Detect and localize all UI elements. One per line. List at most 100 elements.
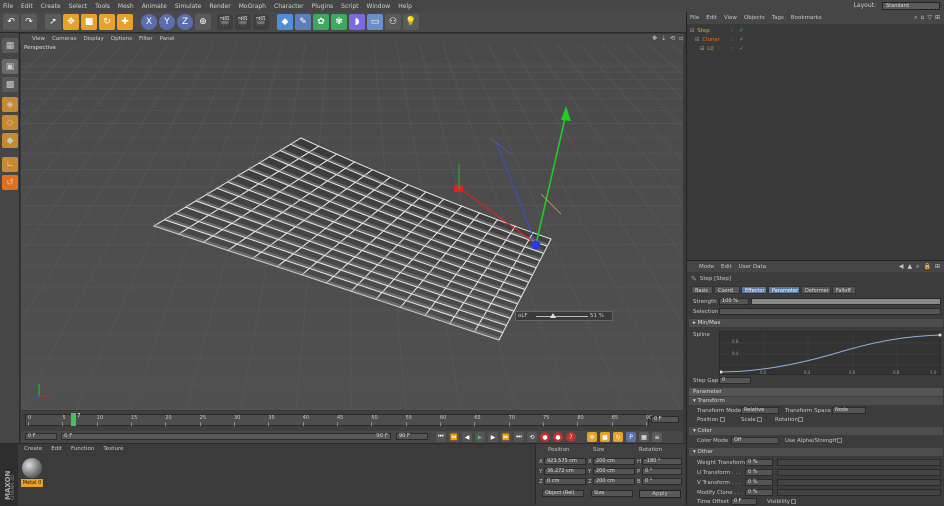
next-key-icon[interactable]: ⏩ [501, 432, 511, 442]
lod-handle[interactable] [550, 313, 556, 318]
menu-mograph[interactable]: MoGraph [239, 3, 266, 10]
material-menu-create[interactable]: Create [24, 446, 42, 452]
attribute-menu-edit[interactable]: Edit [721, 264, 732, 270]
enabled-check-icon[interactable]: ✓ [739, 45, 744, 52]
enabled-check-icon[interactable]: ✓ [739, 36, 744, 43]
array-icon[interactable]: ✾ [331, 14, 347, 30]
maximize-icon[interactable]: ▫ [679, 35, 683, 42]
search-icon[interactable]: ⌕ [916, 263, 919, 271]
end-frame-total-field[interactable]: 90 F [396, 433, 428, 440]
enabled-check-icon[interactable]: ✓ [739, 27, 744, 34]
polygons-mode-icon[interactable]: ◆ [2, 133, 18, 148]
time-offset-field[interactable]: 0 F [731, 498, 757, 505]
menu-script[interactable]: Script [341, 3, 358, 10]
floor-icon[interactable]: ▭ [367, 14, 383, 30]
last-tool-icon[interactable]: ✚ [117, 14, 133, 30]
subdivision-icon[interactable]: ✿ [313, 14, 329, 30]
model-mode-icon[interactable]: ▣ [2, 59, 18, 74]
pen-spline-icon[interactable]: ✎ [295, 14, 311, 30]
object-row[interactable]: ⊟ Cloner: ✓ [687, 35, 944, 44]
attribute-menu-mode[interactable]: Mode [699, 264, 714, 270]
new-window-icon[interactable]: ⊞ [935, 263, 940, 271]
motion-icon[interactable]: ≡ [652, 432, 662, 442]
rotation-field[interactable]: 0 ° [642, 478, 682, 485]
visibility-dot-icon[interactable]: : [731, 37, 733, 43]
up-icon[interactable]: ▲ [907, 263, 912, 271]
menu-tools[interactable]: Tools [95, 3, 110, 10]
timeline-ruler[interactable]: 0 5 10 15 20 25 30 35 40 45 50 55 60 65 70 75 80 85 90 7 0… [21, 411, 683, 431]
object-menu-view[interactable]: View [724, 15, 737, 21]
object-menu-objects[interactable]: Objects [744, 15, 765, 21]
key-rotation-icon[interactable]: ↻ [613, 432, 623, 442]
object-menu-edit[interactable]: Edit [706, 15, 717, 21]
key-pla-icon[interactable]: ▦ [639, 432, 649, 442]
loop-icon[interactable]: ⟲ [527, 432, 537, 442]
other-value-field[interactable]: 0 % [745, 479, 773, 486]
pan-icon[interactable]: ✥ [652, 35, 657, 42]
color-section[interactable]: ▾ Color [689, 427, 943, 435]
light-icon[interactable]: 💡 [403, 14, 419, 30]
orbit-icon[interactable]: ⟲ [670, 35, 675, 42]
autokey-icon[interactable]: ● [553, 432, 563, 442]
render-settings-icon[interactable]: 🎬 [253, 14, 269, 30]
object-menu-file[interactable]: File [690, 15, 699, 21]
other-slider[interactable] [777, 489, 941, 496]
other-value-field[interactable]: 0 % [745, 489, 773, 496]
menu-select[interactable]: Select [69, 3, 88, 10]
viewport-menu-cameras[interactable]: Cameras [52, 36, 76, 42]
cube-icon[interactable]: ◆ [277, 14, 293, 30]
home-icon[interactable]: ⌂ [921, 14, 925, 22]
prev-frame-icon[interactable]: ◀ [462, 432, 472, 442]
tab-deformer[interactable]: Deformer [801, 286, 831, 294]
camera-icon[interactable]: ⚇ [385, 14, 401, 30]
menu-render[interactable]: Render [209, 3, 230, 10]
menu-edit[interactable]: Edit [21, 3, 33, 10]
size-field[interactable]: 200 cm [593, 468, 635, 475]
make-editable-icon[interactable]: ▦ [2, 38, 18, 53]
new-view-icon[interactable]: ⊞ [935, 14, 940, 22]
viewport-menu-panel[interactable]: Panel [160, 36, 175, 42]
material-name[interactable]: Metal 0 [21, 479, 43, 487]
object-name[interactable]: Cloner [702, 37, 720, 43]
menu-animate[interactable]: Animate [142, 3, 167, 10]
transform-section[interactable]: ▾ Transform [689, 397, 943, 405]
tweak-icon[interactable]: ↺ [2, 175, 18, 190]
points-mode-icon[interactable]: ◈ [2, 97, 18, 112]
keyframe-selection-icon[interactable]: ? [566, 432, 576, 442]
other-section[interactable]: ▾ Other [689, 448, 943, 456]
object-menu-bookmarks[interactable]: Bookmarks [791, 15, 822, 21]
material-menu-texture[interactable]: Texture [103, 446, 123, 452]
texture-mode-icon[interactable]: ▩ [2, 77, 18, 92]
live-select-icon[interactable]: ➚ [45, 14, 61, 30]
menu-simulate[interactable]: Simulate [175, 3, 202, 10]
position-checkbox[interactable] [720, 417, 725, 422]
menu-create[interactable]: Create [41, 3, 61, 10]
coord-mode-select[interactable]: Object (Rel) [542, 490, 584, 497]
start-frame-field[interactable]: 0 F [25, 433, 57, 440]
search-icon[interactable]: ⌕ [914, 14, 917, 22]
deformer-icon[interactable]: ◗ [349, 14, 365, 30]
object-name[interactable]: Step [697, 28, 710, 34]
lock-z-icon[interactable]: Z [177, 14, 193, 30]
visibility-checkbox[interactable] [791, 499, 796, 504]
size-mode-select[interactable]: Size [591, 490, 633, 497]
expand-icon[interactable]: ⊟ [700, 46, 704, 52]
menu-file[interactable]: File [3, 3, 13, 10]
tab-basic[interactable]: Basic [691, 286, 713, 294]
material-menu-edit[interactable]: Edit [51, 446, 62, 452]
frame-range-slider[interactable]: 0 F 90 F [61, 433, 391, 440]
go-end-icon[interactable]: ⏭ [514, 432, 524, 442]
zoom-icon[interactable]: ⇣ [661, 35, 666, 42]
other-slider[interactable] [777, 459, 941, 466]
visibility-dot-icon[interactable]: : [731, 28, 733, 34]
size-field[interactable]: 200 cm [593, 458, 635, 465]
other-value-field[interactable]: 0 % [745, 459, 773, 466]
lock-x-icon[interactable]: X [141, 14, 157, 30]
tab-effector[interactable]: Effector [741, 286, 767, 294]
other-slider[interactable] [777, 479, 941, 486]
key-scale-icon[interactable]: ■ [600, 432, 610, 442]
viewport-menu-options[interactable]: Options [111, 36, 132, 42]
prev-key-icon[interactable]: ⏪ [449, 432, 459, 442]
render-picture-viewer-icon[interactable]: 🎬 [235, 14, 251, 30]
transform-mode-select[interactable]: Relative [741, 407, 779, 414]
